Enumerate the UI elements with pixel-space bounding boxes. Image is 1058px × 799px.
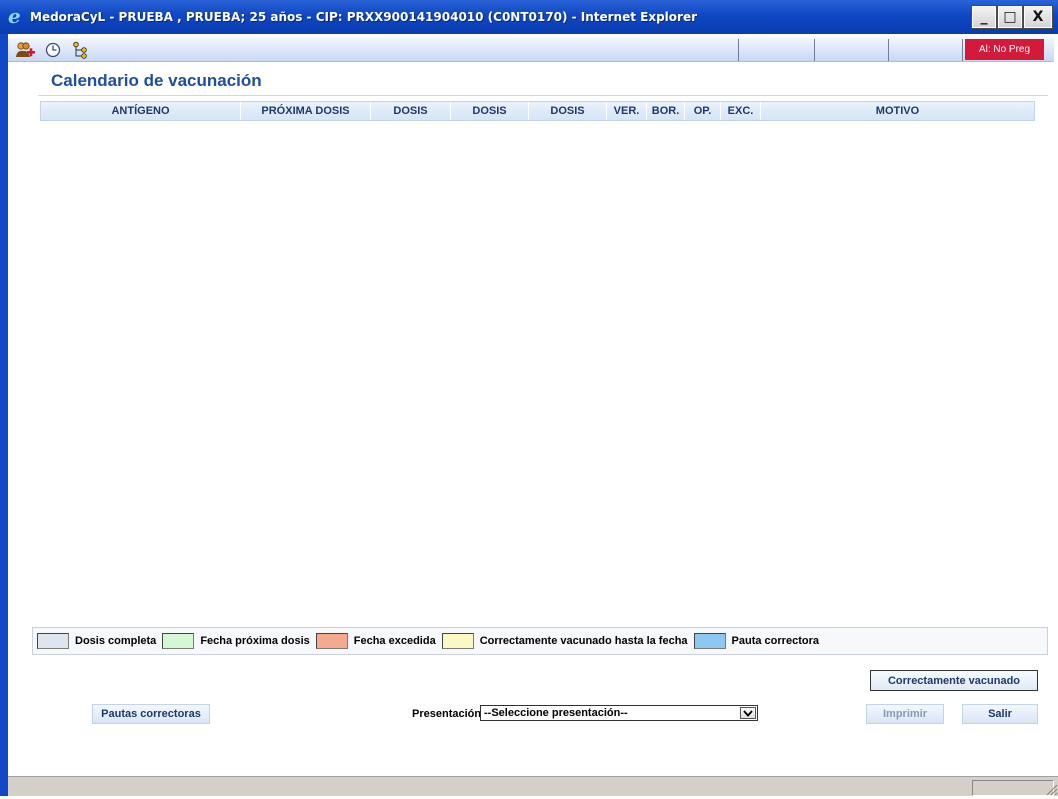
toolbar-separator (814, 39, 815, 61)
legend-swatch-fecha-proxima (162, 633, 195, 649)
presentation-selected-value: --Seleccione presentación-- (484, 707, 628, 719)
title-bar: e MedoraCyL - PRUEBA , PRUEBA; 25 años -… (0, 0, 1058, 34)
toolbar-separator (962, 39, 963, 61)
corrective-schedules-button[interactable]: Pautas correctoras (92, 704, 210, 724)
window-controls: _ □ X (971, 5, 1053, 29)
tree-icon[interactable] (70, 40, 92, 60)
presentation-select[interactable]: --Seleccione presentación-- (480, 705, 758, 721)
toolbar-separator (888, 39, 889, 61)
vaccination-table-header: ANTÍGENO PRÓXIMA DOSIS DOSIS DOSIS DOSIS… (40, 101, 1035, 121)
column-header-op[interactable]: OP. (685, 102, 721, 120)
legend-swatch-fecha-excedida (315, 633, 348, 649)
exit-button[interactable]: Salir (962, 704, 1038, 724)
legend-label: Pauta correctora (731, 635, 819, 647)
legend-swatch-pauta-correctora (693, 633, 726, 649)
column-header-dose-1[interactable]: DOSIS (371, 102, 451, 120)
title-divider (38, 95, 1048, 96)
close-button[interactable]: X (1023, 5, 1053, 29)
alert-badge[interactable]: Al: No Preg (965, 39, 1044, 60)
clock-icon[interactable] (42, 40, 64, 60)
column-header-bor[interactable]: BOR. (647, 102, 685, 120)
add-patient-icon[interactable] (14, 40, 36, 60)
legend-swatch-correctamente-vacunado (441, 633, 474, 649)
maximize-button[interactable]: □ (997, 5, 1023, 29)
column-header-antigen[interactable]: ANTÍGENO (41, 102, 241, 120)
column-header-dose-2[interactable]: DOSIS (451, 102, 529, 120)
toolbar-separator (738, 39, 739, 61)
legend-label: Dosis completa (75, 635, 157, 647)
internet-explorer-icon: e (8, 4, 21, 28)
chevron-down-icon[interactable] (740, 707, 756, 719)
presentation-label: Presentación (412, 708, 482, 720)
color-legend: Dosis completa Fecha próxima dosis Fecha… (32, 627, 1048, 655)
status-panel (972, 780, 1054, 796)
legend-label: Fecha próxima dosis (200, 635, 310, 647)
column-header-next-dose[interactable]: PRÓXIMA DOSIS (241, 102, 371, 120)
window-title: MedoraCyL - PRUEBA , PRUEBA; 25 años - C… (30, 10, 698, 24)
column-header-ver[interactable]: VER. (607, 102, 647, 120)
status-bar (8, 776, 1058, 796)
column-header-exc[interactable]: EXC. (721, 102, 761, 120)
column-header-motivo[interactable]: MOTIVO (761, 102, 1034, 120)
window-frame (0, 34, 8, 796)
correctly-vaccinated-button[interactable]: Correctamente vacunado (870, 670, 1038, 691)
minimize-button[interactable]: _ (971, 5, 997, 29)
legend-swatch-dosis-completa (37, 633, 69, 649)
column-header-dose-3[interactable]: DOSIS (529, 102, 607, 120)
page-title: Calendario de vacunación (51, 71, 262, 90)
resize-grip-icon[interactable] (1044, 782, 1058, 796)
legend-label: Correctamente vacunado hasta la fecha (479, 635, 688, 647)
legend-label: Fecha excedida (353, 635, 436, 647)
print-button[interactable]: Imprimir (866, 704, 944, 724)
toolbar: Al: No Preg (8, 38, 1054, 62)
